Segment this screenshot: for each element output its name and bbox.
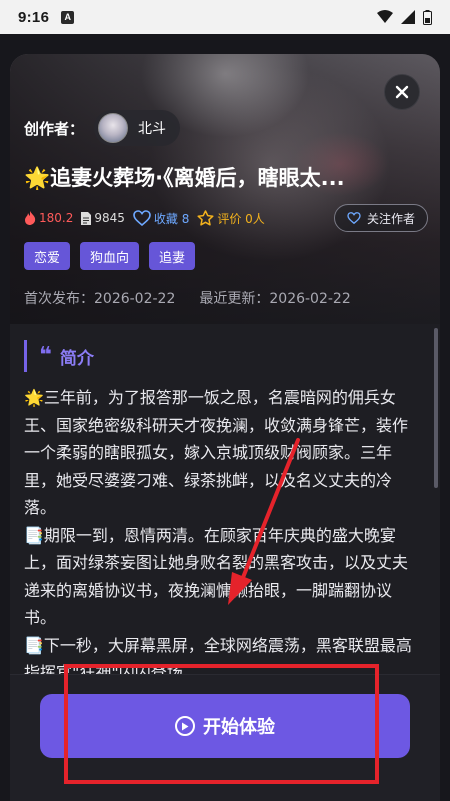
last-updated-date: 最近更新：2026-02-22 xyxy=(199,291,351,307)
word-count-value: 9845 xyxy=(94,211,125,225)
scrollbar[interactable] xyxy=(434,328,438,488)
heat-stat: 180.2 xyxy=(24,211,73,225)
avatar xyxy=(98,113,129,143)
creator-label: 创作者： xyxy=(24,119,85,138)
section-title: 简介 xyxy=(59,348,94,369)
heart-outline-icon xyxy=(347,212,361,224)
favorite-count: 收藏 8 xyxy=(153,211,190,226)
synopsis-paragraph: 🌟三年前，为了报答那一饭之恩，名震暗网的佣兵女王、国家绝密级科研天才夜挽澜，收敛… xyxy=(24,388,409,517)
heart-icon xyxy=(133,210,151,226)
favorite-stat[interactable]: 收藏 8 xyxy=(133,210,189,227)
tag-chase-wife[interactable]: 追妻 xyxy=(149,242,196,270)
battery-icon xyxy=(423,9,432,25)
creator-chip[interactable]: 北斗 xyxy=(94,110,181,146)
document-icon xyxy=(81,211,92,225)
first-published-date: 首次发布：2026-02-22 xyxy=(24,291,176,307)
follow-author-button[interactable]: 关注作者 xyxy=(333,204,428,232)
fire-icon xyxy=(25,211,36,225)
creator-row: 创作者： 北斗 xyxy=(24,110,181,146)
close-button[interactable] xyxy=(384,74,420,110)
stats-row: 180.2 9845 收藏 8 评价 0人 关注作者 xyxy=(24,204,428,232)
story-title: 🌟追妻火葬场·《离婚后，瞎眼太... xyxy=(24,166,345,190)
synopsis-section[interactable]: ❝ 简介 🌟三年前，为了报答那一饭之恩，名震暗网的佣兵女王、国家绝密级科研天才夜… xyxy=(10,326,440,706)
synopsis-text: 🌟三年前，为了报答那一饭之恩，名震暗网的佣兵女王、国家绝密级科研天才夜挽澜，收敛… xyxy=(24,384,422,687)
synopsis-paragraph: 📑期限一到，恩情两清。在顾家百年庆典的盛大晚宴上，面对绿茶妄图让她身败名裂的黑客… xyxy=(24,525,409,628)
annotation-highlight-box xyxy=(64,664,379,784)
tag-melodrama[interactable]: 狗血向 xyxy=(80,242,140,270)
tag-romance[interactable]: 恋爱 xyxy=(24,242,71,270)
star-icon xyxy=(197,210,214,226)
status-bar: 9:16 A xyxy=(0,0,450,34)
app-notification-icon: A xyxy=(61,10,75,24)
rating-stat[interactable]: 评价 0人 xyxy=(197,210,265,227)
quote-icon: ❝ xyxy=(39,343,52,368)
wifi-icon xyxy=(377,10,393,23)
signal-icon xyxy=(401,10,415,24)
status-time: 9:16 xyxy=(18,8,50,26)
section-header: ❝ 简介 xyxy=(24,340,94,372)
close-icon xyxy=(395,85,409,99)
heat-value: 180.2 xyxy=(39,211,74,225)
tag-list: 恋爱 狗血向 追妻 xyxy=(24,242,196,270)
follow-author-label: 关注作者 xyxy=(366,211,415,226)
publish-dates: 首次发布：2026-02-22 最近更新：2026-02-22 xyxy=(24,288,351,308)
creator-name: 北斗 xyxy=(138,121,167,137)
rating-count: 评价 0人 xyxy=(217,211,265,226)
word-count-stat: 9845 xyxy=(81,211,125,225)
